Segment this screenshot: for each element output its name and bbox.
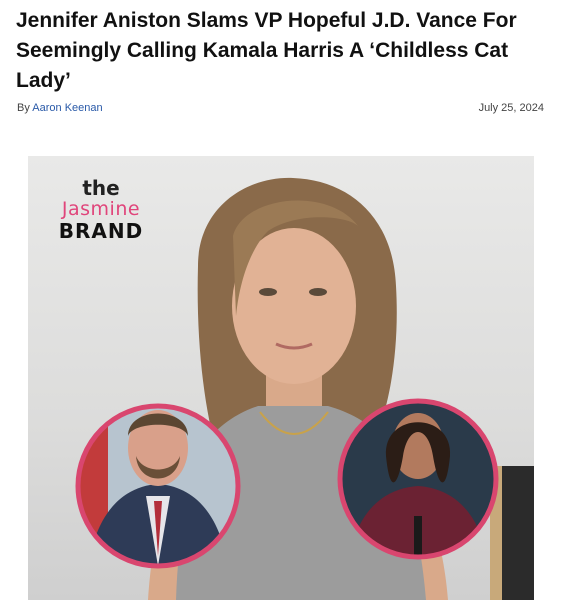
publisher-logo: the Jasmine BRAND <box>46 178 156 242</box>
publish-date: July 25, 2024 <box>478 102 544 114</box>
logo-line-3: BRAND <box>58 219 144 243</box>
author-link[interactable]: Aaron Keenan <box>32 102 102 114</box>
logo-line-1: the <box>82 176 120 200</box>
eye-right-shape <box>309 288 327 296</box>
article-headline: Jennifer Aniston Slams VP Hopeful J.D. V… <box>16 9 517 92</box>
featured-image: the Jasmine BRAND <box>28 156 534 600</box>
logo-line-2: Jasmine <box>61 198 141 220</box>
eye-left-shape <box>259 288 277 296</box>
byline: By Aaron Keenan <box>17 102 103 114</box>
chair-shape <box>498 466 534 600</box>
byline-prefix: By <box>17 102 30 114</box>
